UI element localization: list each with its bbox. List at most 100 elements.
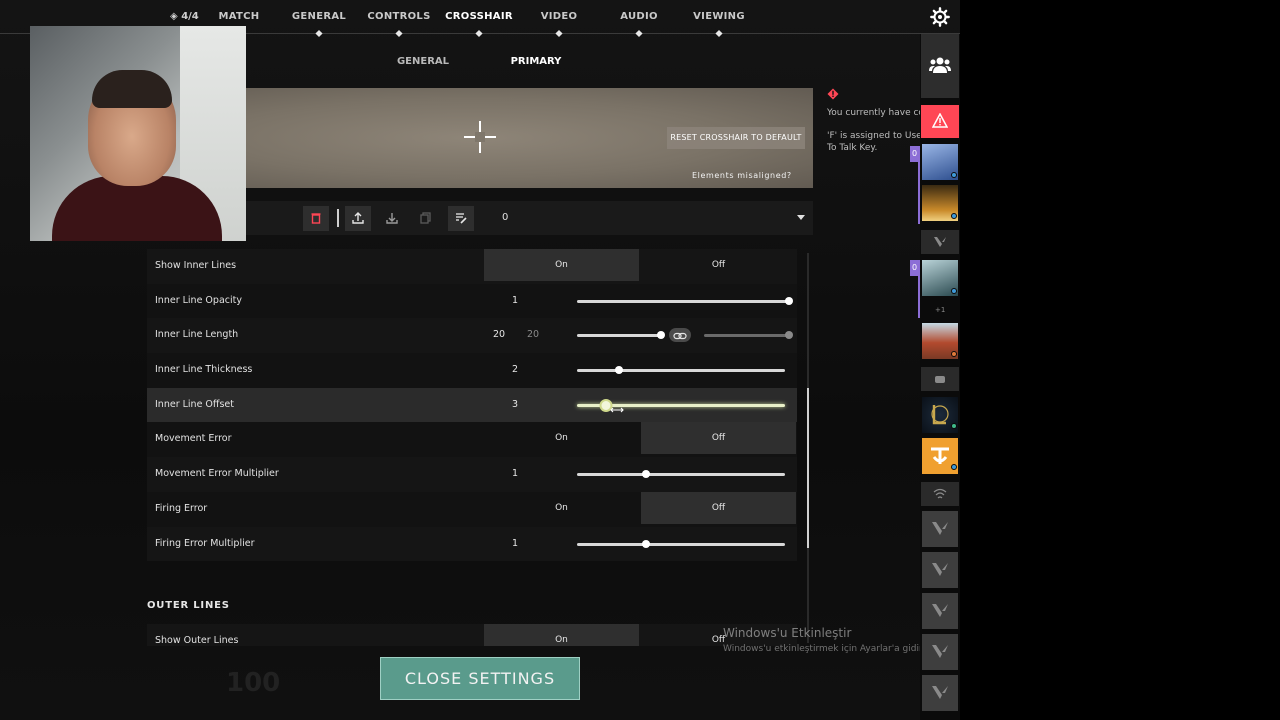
windows-activation-subtitle: Windows'u etkinleştirmek için Ayarlar'a … bbox=[723, 644, 928, 654]
offline-friend-avatar[interactable] bbox=[922, 552, 958, 588]
slider-knob[interactable] bbox=[614, 366, 623, 375]
slider-knob[interactable] bbox=[641, 539, 650, 548]
offline-friend-avatar[interactable] bbox=[922, 675, 958, 711]
tab-viewing[interactable]: VIEWING bbox=[693, 11, 745, 22]
slider-knob[interactable] bbox=[785, 331, 793, 340]
tab-controls[interactable]: CONTROLS bbox=[367, 11, 430, 22]
setting-label: Inner Line Length bbox=[155, 329, 239, 341]
length-slider[interactable] bbox=[577, 331, 665, 340]
tab-audio[interactable]: AUDIO bbox=[620, 11, 658, 22]
offline-friend-avatar[interactable] bbox=[922, 511, 958, 547]
valorant-logo-icon bbox=[932, 522, 948, 535]
slider-knob[interactable] bbox=[785, 296, 793, 305]
setting-value-field[interactable]: 3 bbox=[512, 399, 518, 410]
tab-match[interactable]: MATCH bbox=[219, 11, 260, 22]
setting-label: Show Inner Lines bbox=[155, 260, 237, 271]
tab-crosshair[interactable]: CROSSHAIR bbox=[445, 11, 513, 22]
offline-friend-avatar[interactable] bbox=[922, 593, 958, 629]
crosshair-settings-list: Show Inner Lines On Off Inner Line Opaci… bbox=[147, 249, 797, 562]
export-profile-button[interactable] bbox=[345, 206, 371, 231]
delete-profile-button[interactable] bbox=[303, 206, 329, 231]
setting-row-inner-line-opacity: Inner Line Opacity 1 bbox=[147, 283, 797, 319]
subtab-primary[interactable]: PRIMARY bbox=[511, 56, 562, 67]
settings-panel: ◈ 4/4 MATCH GENERAL CONTROLS CROSSHAIR V… bbox=[0, 0, 960, 720]
nav-indicator-dot bbox=[475, 29, 483, 38]
movement-error-multiplier-slider[interactable] bbox=[577, 470, 785, 479]
outer-lines-section-title: OUTER LINES bbox=[147, 600, 230, 611]
elements-misaligned-link[interactable]: Elements misaligned? bbox=[692, 171, 792, 180]
crosshair-profile-toolbar: 0 bbox=[246, 201, 813, 235]
online-status-dot bbox=[951, 288, 957, 294]
friends-group-separator bbox=[921, 367, 959, 391]
resize-cursor-icon bbox=[610, 407, 624, 413]
scrollbar-thumb[interactable] bbox=[807, 388, 809, 548]
reset-crosshair-button[interactable]: RESET CROSSHAIR TO DEFAULT bbox=[667, 127, 805, 149]
toggle-off-button[interactable]: Off bbox=[641, 249, 796, 281]
rename-icon bbox=[456, 213, 467, 224]
tab-general[interactable]: GENERAL bbox=[292, 11, 346, 22]
link-values-button[interactable] bbox=[669, 328, 691, 343]
slider-knob[interactable] bbox=[657, 331, 665, 340]
social-sidebar bbox=[920, 34, 960, 720]
hud-health-value: 100 bbox=[226, 668, 281, 698]
setting-label: Show Outer Lines bbox=[155, 635, 239, 646]
crosshair-preview: RESET CROSSHAIR TO DEFAULT Elements misa… bbox=[246, 88, 813, 188]
toggle-on-button[interactable]: On bbox=[484, 624, 639, 646]
setting-row-show-outer-lines: Show Outer Lines On Off bbox=[147, 624, 797, 646]
windows-activation-title: Windows'u Etkinleştir bbox=[723, 626, 852, 640]
tab-video[interactable]: VIDEO bbox=[541, 11, 578, 22]
setting-value-field[interactable]: 1 bbox=[512, 468, 518, 479]
nav-indicator-dot bbox=[635, 29, 643, 38]
setting-row-show-inner-lines: Show Inner Lines On Off bbox=[147, 249, 797, 284]
setting-label: Inner Line Opacity bbox=[155, 294, 242, 306]
offline-group-separator bbox=[921, 482, 959, 506]
setting-label: Inner Line Offset bbox=[155, 398, 234, 410]
thickness-slider[interactable] bbox=[577, 366, 785, 375]
link-icon bbox=[673, 333, 687, 340]
offline-friend-avatar[interactable] bbox=[922, 634, 958, 670]
setting-value-field-secondary[interactable]: 20 bbox=[527, 329, 539, 340]
friends-button[interactable] bbox=[921, 34, 959, 98]
trash-icon bbox=[311, 213, 321, 224]
league-logo-icon bbox=[931, 405, 949, 425]
alert-button[interactable] bbox=[921, 105, 959, 138]
firing-error-multiplier-slider[interactable] bbox=[577, 539, 785, 548]
valorant-logo-icon bbox=[932, 604, 948, 617]
setting-label: Firing Error Multiplier bbox=[155, 537, 255, 549]
setting-value-field[interactable]: 2 bbox=[512, 364, 518, 375]
offset-slider[interactable] bbox=[577, 398, 785, 412]
gear-icon[interactable] bbox=[929, 6, 951, 28]
toggle-off-button[interactable]: Off bbox=[641, 491, 796, 524]
valorant-logo-icon bbox=[932, 563, 948, 576]
rename-profile-button[interactable] bbox=[448, 206, 474, 231]
party-overflow-count: +1 bbox=[935, 306, 946, 314]
setting-row-movement-error: Movement Error On Off bbox=[147, 422, 797, 458]
slider-knob[interactable] bbox=[641, 470, 650, 479]
duplicate-profile-button[interactable] bbox=[413, 206, 439, 231]
valorant-logo-icon bbox=[932, 686, 948, 699]
import-profile-button[interactable] bbox=[379, 206, 405, 231]
notice-line: To Talk Key. bbox=[827, 143, 878, 153]
setting-row-firing-error: Firing Error On Off bbox=[147, 491, 797, 527]
toggle-on-button[interactable]: On bbox=[484, 492, 639, 524]
close-settings-button[interactable]: CLOSE SETTINGS bbox=[380, 657, 580, 700]
profile-dropdown[interactable]: 0 bbox=[492, 201, 813, 235]
setting-value-field[interactable]: 1 bbox=[512, 295, 518, 306]
setting-value-field[interactable]: 20 bbox=[493, 329, 505, 340]
notice-line: 'F' is assigned to Use bbox=[827, 131, 922, 141]
subtab-general[interactable]: GENERAL bbox=[397, 56, 449, 67]
rank-icon: ◈ bbox=[170, 11, 178, 22]
settings-scrollbar[interactable] bbox=[807, 253, 809, 643]
toggle-off-button[interactable]: Off bbox=[641, 422, 796, 455]
opacity-slider[interactable] bbox=[577, 296, 793, 305]
length-secondary-slider[interactable] bbox=[704, 331, 793, 340]
friends-icon bbox=[929, 57, 951, 73]
toggle-on-button[interactable]: On bbox=[484, 249, 639, 281]
download-icon bbox=[386, 213, 398, 224]
rank-indicator: ◈ 4/4 bbox=[170, 11, 199, 22]
online-status-dot bbox=[951, 213, 957, 219]
party-group-bar bbox=[918, 260, 920, 318]
setting-label: Movement Error Multiplier bbox=[155, 468, 279, 480]
toggle-on-button[interactable]: On bbox=[484, 422, 639, 454]
setting-value-field[interactable]: 1 bbox=[512, 538, 518, 549]
